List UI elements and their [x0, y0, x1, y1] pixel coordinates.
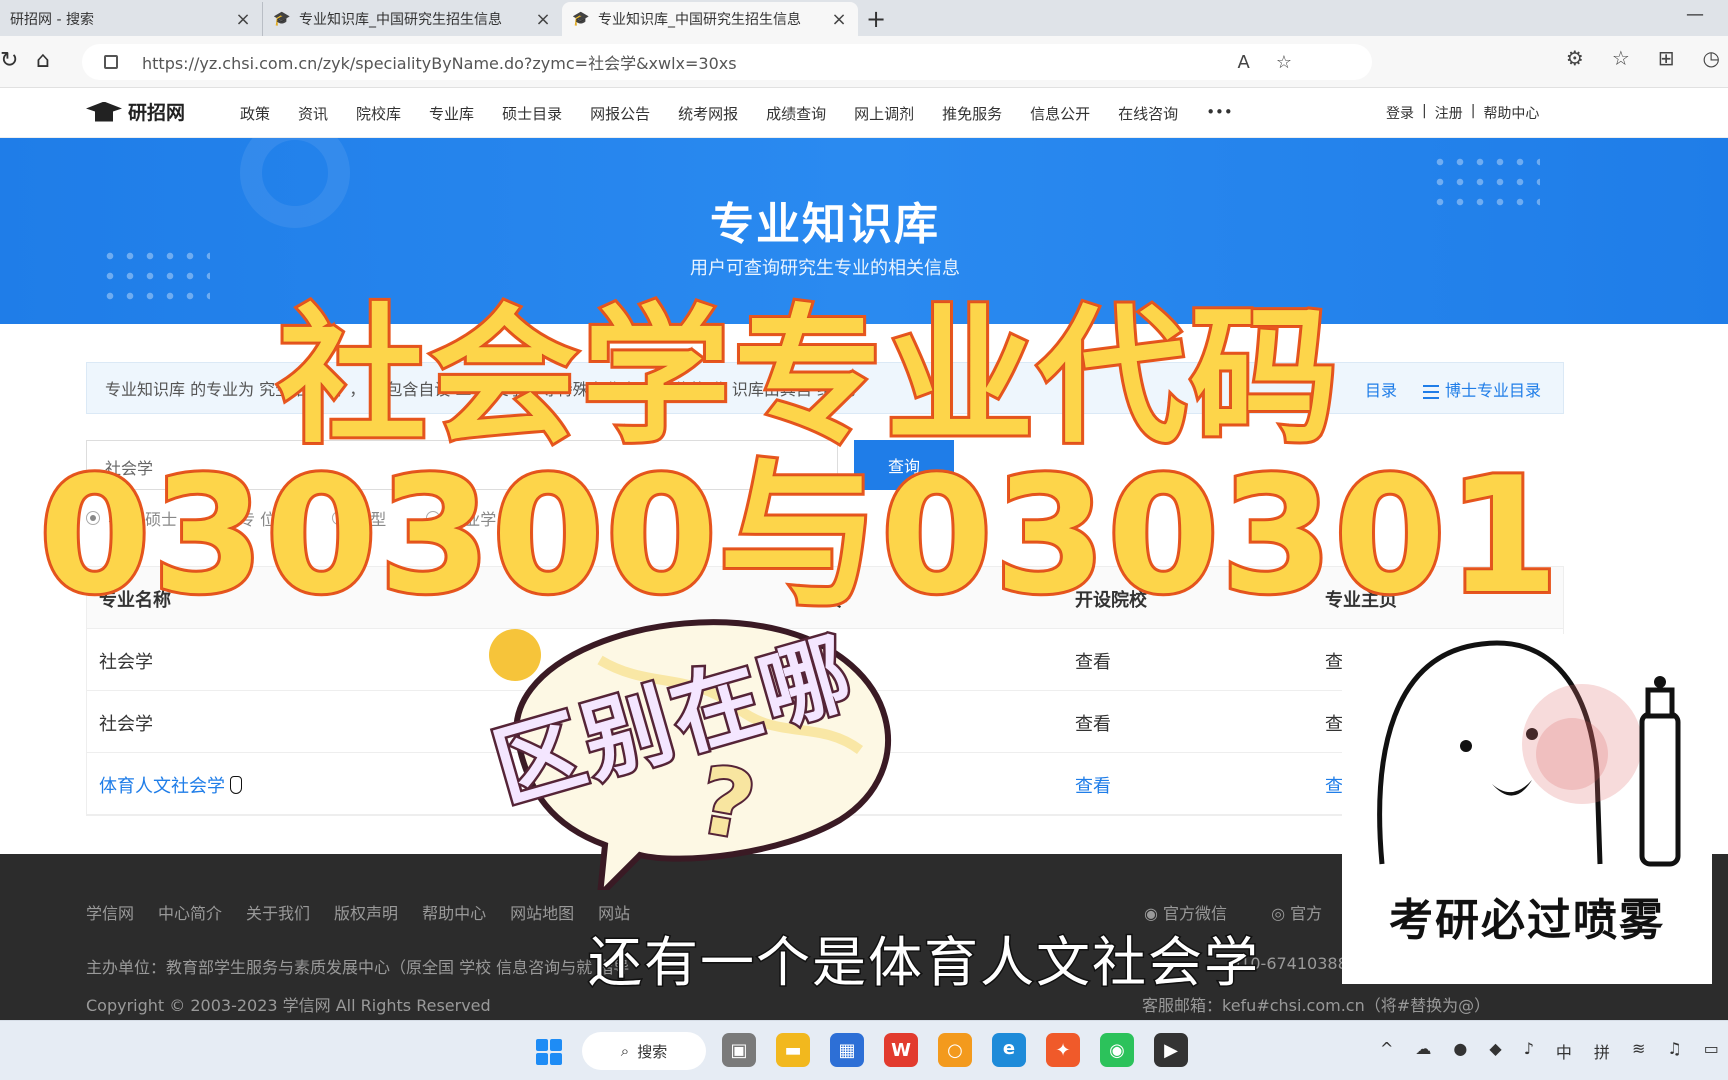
cloud-icon[interactable]: ☁ — [1415, 1039, 1431, 1063]
browser-tab-bar: 研招网 - 搜索 × 🎓 专业知识库_中国研究生招生信息 × 🎓 专业知识库_中… — [0, 0, 1728, 36]
nav-item[interactable]: 在线咨询 — [1118, 103, 1178, 124]
screen-recorder-icon[interactable]: ▶ — [1154, 1033, 1188, 1067]
nav-item[interactable]: 统考网报 — [678, 103, 738, 124]
view-schools-link[interactable]: 查看 — [1075, 648, 1111, 674]
logo-text: 研招网 — [128, 102, 186, 124]
tab-title: 专业知识库_中国研究生招生信息 — [598, 12, 801, 28]
browser-tab-2[interactable]: 🎓 专业知识库_中国研究生招生信息 × — [262, 2, 562, 36]
nav-item[interactable]: 网上调剂 — [854, 103, 914, 124]
slides-app-icon[interactable]: ✦ — [1046, 1033, 1080, 1067]
graduation-cap-icon: 🎓 — [273, 11, 291, 27]
lock-icon — [104, 55, 118, 69]
nav-item[interactable]: 资讯 — [298, 103, 328, 124]
major-name-link[interactable]: 体育人文社会学 — [99, 772, 225, 798]
view-homepage-link[interactable]: 查 — [1325, 648, 1343, 674]
graduation-cap-icon — [86, 101, 122, 122]
nav-item[interactable]: 推免服务 — [942, 103, 1002, 124]
edge-browser-icon[interactable]: e — [992, 1033, 1026, 1067]
browser-tab-3-active[interactable]: 🎓 专业知识库_中国研究生招生信息 × — [562, 2, 858, 36]
ime-language[interactable]: 中 — [1556, 1039, 1572, 1063]
qq-icon[interactable]: ◆ — [1489, 1039, 1501, 1063]
nav-item[interactable]: 院校库 — [356, 103, 401, 124]
wechat-app-icon[interactable]: ◉ — [1100, 1033, 1134, 1067]
view-homepage-link[interactable]: 查 — [1325, 772, 1343, 798]
store-icon[interactable]: ▦ — [830, 1033, 864, 1067]
close-icon[interactable]: × — [234, 9, 252, 30]
refresh-icon[interactable]: ↻ — [0, 48, 18, 73]
site-logo[interactable]: 研招网 — [86, 98, 185, 125]
taskbar-search[interactable]: ⌕ 搜索 — [582, 1032, 706, 1070]
help-center-link[interactable]: 帮助中心 — [1483, 103, 1539, 123]
nav-item[interactable]: 成绩查询 — [766, 103, 826, 124]
nav-item[interactable]: 硕士目录 — [502, 103, 562, 124]
tab-title: 研招网 - 搜索 — [10, 12, 94, 28]
search-app-icon[interactable]: ○ — [938, 1033, 972, 1067]
task-view-icon[interactable]: ▣ — [722, 1033, 756, 1067]
graduation-cap-icon: 🎓 — [572, 11, 590, 27]
os-taskbar: ⌕ 搜索 ▣ ▬ ▦ W ○ e ✦ ◉ ▶ ^ ☁ ● ◆ ♪ 中 拼 ≋ ♫… — [0, 1020, 1728, 1080]
favorites-icon[interactable]: ☆ — [1612, 46, 1630, 70]
file-explorer-icon[interactable]: ▬ — [776, 1033, 810, 1067]
system-tray: ^ ☁ ● ◆ ♪ 中 拼 ≋ ♫ ▭ — [1380, 1039, 1719, 1063]
ime-mode[interactable]: 拼 — [1594, 1039, 1610, 1063]
home-icon[interactable]: ⌂ — [36, 48, 50, 73]
history-icon[interactable]: ◷ — [1703, 46, 1720, 70]
minimize-icon[interactable]: — — [1686, 4, 1704, 25]
main-nav: 政策 资讯 院校库 专业库 硕士目录 网报公告 统考网报 成绩查询 网上调剂 推… — [240, 103, 1233, 124]
ghost-sticker: 考研必过喷雾 — [1342, 634, 1712, 984]
nav-item[interactable]: 政策 — [240, 103, 270, 124]
url-bar[interactable]: https://yz.chsi.com.cn/zyk/specialityByN… — [82, 44, 1372, 80]
wps-icon[interactable]: W — [884, 1033, 918, 1067]
battery-icon[interactable]: ▭ — [1704, 1039, 1719, 1063]
url-text[interactable]: https://yz.chsi.com.cn/zyk/specialityByN… — [142, 50, 737, 74]
read-aloud-icon[interactable]: A — [1238, 52, 1250, 73]
banner-title: 专业知识库 — [710, 199, 940, 250]
mouse-cursor-icon — [230, 776, 242, 794]
more-icon[interactable]: ••• — [1206, 103, 1233, 124]
taskbar-search-label: 搜索 — [637, 1042, 668, 1061]
nav-item[interactable]: 网报公告 — [590, 103, 650, 124]
separator: | — [1422, 103, 1427, 119]
site-header: 研招网 政策 资讯 院校库 专业库 硕士目录 网报公告 统考网报 成绩查询 网上… — [0, 88, 1728, 138]
favorite-star-icon[interactable]: ☆ — [1276, 52, 1292, 73]
wechat-tray-icon[interactable]: ● — [1453, 1039, 1467, 1063]
separator: | — [1470, 103, 1476, 119]
major-name: 社会学 — [99, 714, 153, 735]
login-link[interactable]: 登录 — [1386, 103, 1414, 123]
collections-icon[interactable]: ⊞ — [1658, 46, 1675, 70]
tab-title: 专业知识库_中国研究生招生信息 — [299, 12, 502, 28]
new-tab-button[interactable]: + — [858, 2, 894, 36]
browser-tab-1[interactable]: 研招网 - 搜索 × — [0, 2, 262, 36]
nav-item[interactable]: 专业库 — [429, 103, 474, 124]
auth-links: 登录 | 注册 | 帮助中心 — [1386, 103, 1539, 123]
sticker-caption: 考研必过喷雾 — [1389, 895, 1665, 946]
chevron-up-icon[interactable]: ^ — [1380, 1039, 1393, 1063]
search-icon: ⌕ — [620, 1042, 630, 1060]
view-schools-link[interactable]: 查看 — [1075, 772, 1111, 798]
wifi-icon[interactable]: ≋ — [1632, 1039, 1645, 1063]
volume-icon[interactable]: ♫ — [1667, 1039, 1681, 1063]
register-link[interactable]: 注册 — [1435, 103, 1463, 123]
nav-item[interactable]: 信息公开 — [1030, 103, 1090, 124]
close-icon[interactable]: × — [830, 9, 848, 30]
major-name: 社会学 — [99, 652, 153, 673]
microphone-icon[interactable]: ♪ — [1524, 1039, 1534, 1063]
view-homepage-link[interactable]: 查 — [1325, 710, 1343, 736]
view-schools-link[interactable]: 查看 — [1075, 710, 1111, 736]
ghost-spray-icon — [1377, 640, 1681, 867]
close-icon[interactable]: × — [534, 9, 552, 30]
extensions-icon[interactable]: ⚙ — [1566, 46, 1584, 70]
taskbar-apps: ▣ ▬ ▦ W ○ e ✦ ◉ ▶ — [722, 1033, 1188, 1067]
windows-start-icon[interactable] — [536, 1039, 562, 1065]
address-toolbar: ↻ ⌂ https://yz.chsi.com.cn/zyk/specialit… — [0, 36, 1728, 88]
